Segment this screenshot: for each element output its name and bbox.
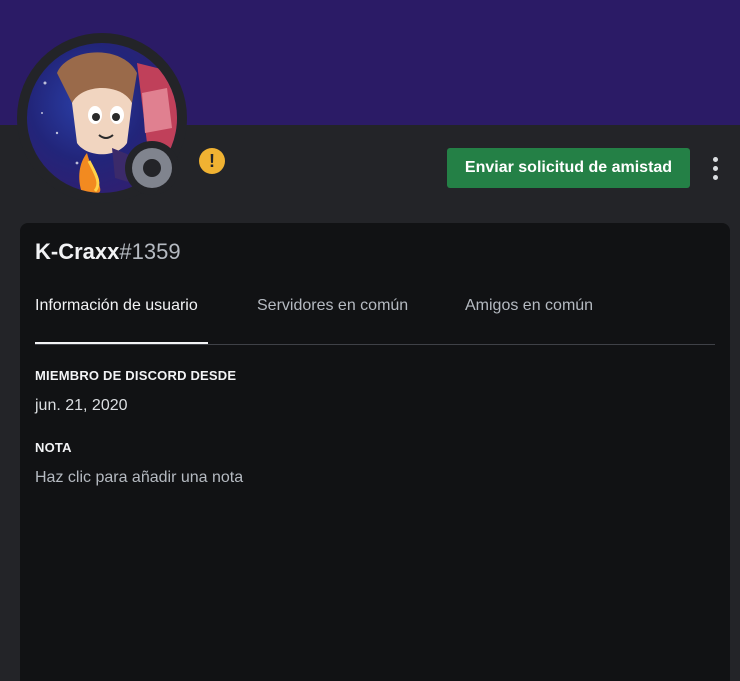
more-options-icon[interactable]: [703, 153, 727, 183]
member-since-value: jun. 21, 2020: [35, 397, 128, 414]
tab-mutual-friends[interactable]: Amigos en común: [465, 295, 593, 344]
profile-card: K-Craxx#1359 Información de usuario Serv…: [20, 223, 730, 681]
tab-user-info[interactable]: Información de usuario: [35, 295, 208, 344]
note-input[interactable]: Haz clic para añadir una nota: [35, 469, 243, 487]
username: K-Craxx: [35, 239, 120, 264]
tab-mutual-servers[interactable]: Servidores en común: [257, 295, 408, 344]
dot-icon: [712, 165, 718, 171]
dot-icon: [712, 156, 718, 162]
member-since-title: MIEMBRO DE DISCORD DESDE: [35, 368, 237, 383]
dot-icon: [712, 174, 718, 180]
send-friend-request-button[interactable]: Enviar solicitud de amistad: [447, 148, 690, 188]
note-title: NOTA: [35, 440, 72, 455]
avatar-frame: [17, 33, 187, 203]
username-display[interactable]: K-Craxx#1359: [35, 239, 181, 265]
warning-icon[interactable]: !: [199, 148, 225, 174]
offline-status-icon: [132, 148, 172, 188]
discriminator: #1359: [119, 239, 181, 264]
status-indicator: [125, 141, 179, 195]
profile-tabs: Información de usuario Servidores en com…: [35, 295, 715, 345]
